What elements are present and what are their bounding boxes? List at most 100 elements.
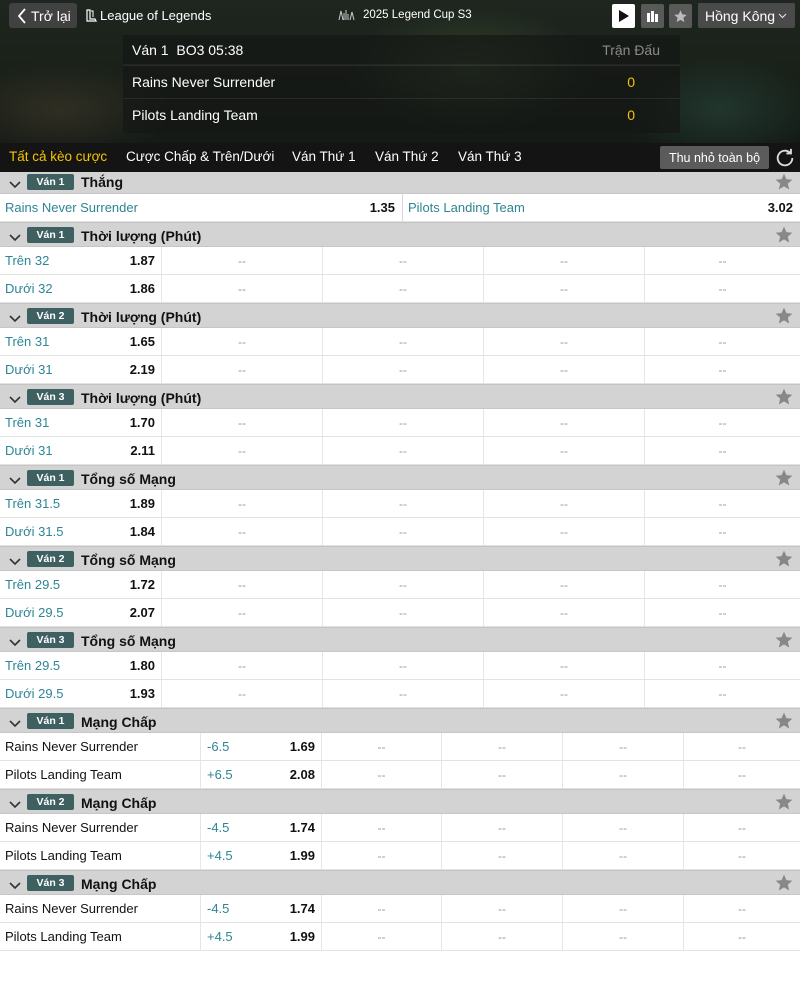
empty-odds-cell: -- — [562, 842, 683, 869]
away-odds-cell[interactable]: Pilots Landing Team 3.02 — [402, 194, 800, 221]
scoreboard-header: Ván 1 BO3 05:38 Trận Đấu — [123, 35, 680, 65]
odds-cell[interactable]: Trên 31.5 1.89 — [0, 490, 161, 517]
odds-cell[interactable]: Dưới 29.5 1.93 — [0, 680, 161, 707]
odds-row: Dưới 31 2.19 -- -- -- -- — [0, 356, 800, 384]
odds-value: 1.80 — [129, 658, 155, 673]
favorite-star-icon[interactable] — [774, 387, 794, 407]
tab-handicap-over-under[interactable]: Cược Chấp & Trên/Dưới — [126, 149, 274, 164]
market-title: Tổng số Mạng — [81, 552, 176, 568]
market-header[interactable]: Ván 1 Thắng — [0, 172, 800, 194]
odds-cell[interactable]: Trên 29.5 1.80 — [0, 652, 161, 679]
favorite-star-icon[interactable] — [774, 711, 794, 731]
tab-game-1[interactable]: Ván Thứ 1 — [292, 149, 356, 164]
empty-odds-cell: -- — [644, 356, 800, 383]
odds-value: 1.99 — [289, 848, 315, 863]
tab-all-markets[interactable]: Tất cả kèo cược — [9, 149, 107, 164]
collapse-chevron-icon[interactable] — [9, 715, 21, 728]
tournament-logo-icon — [338, 10, 355, 21]
empty-odds-cell: -- — [161, 356, 322, 383]
market-title: Mạng Chấp — [81, 795, 157, 811]
market-header[interactable]: Ván 2 Mạng Chấp — [0, 789, 800, 814]
favorite-star-icon[interactable] — [774, 549, 794, 569]
odds-cell[interactable]: Dưới 31 2.19 — [0, 356, 161, 383]
odds-row: Trên 31.5 1.89 -- -- -- -- — [0, 490, 800, 518]
collapse-chevron-icon[interactable] — [9, 634, 21, 647]
collapse-chevron-icon[interactable] — [9, 553, 21, 566]
favorite-star-icon[interactable] — [774, 630, 794, 650]
favorite-match-button[interactable] — [669, 4, 692, 28]
odds-row: Rains Never Surrender -4.5 1.74 -- -- -- -- — [0, 895, 800, 923]
odds-cell[interactable]: Trên 32 1.87 — [0, 247, 161, 274]
odds-cell[interactable]: Trên 29.5 1.72 — [0, 571, 161, 598]
favorite-star-icon[interactable] — [774, 306, 794, 326]
game-badge: Ván 1 — [27, 227, 74, 243]
odds-cell[interactable]: Dưới 31 2.11 — [0, 437, 161, 464]
market-header[interactable]: Ván 1 Tổng số Mạng — [0, 465, 800, 490]
market-header[interactable]: Ván 3 Tổng số Mạng — [0, 627, 800, 652]
odds-row: Dưới 31 2.11 -- -- -- -- — [0, 437, 800, 465]
home-odds: 1.35 — [369, 200, 395, 215]
empty-odds-cell: -- — [161, 437, 322, 464]
odds-cell[interactable]: Dưới 29.5 2.07 — [0, 599, 161, 626]
collapse-chevron-icon[interactable] — [9, 877, 21, 890]
tab-game-3[interactable]: Ván Thứ 3 — [458, 149, 522, 164]
collapse-chevron-icon[interactable] — [9, 472, 21, 485]
empty-odds-cell: -- — [161, 328, 322, 355]
empty-odds-cell: -- — [644, 599, 800, 626]
odds-cell[interactable]: +4.5 1.99 — [200, 923, 321, 950]
empty-odds-cell: -- — [441, 895, 562, 922]
line-label: Trên 31.5 — [5, 496, 61, 511]
collapse-chevron-icon[interactable] — [9, 229, 21, 242]
back-button[interactable]: Trở lại — [9, 3, 77, 28]
empty-odds-cell: -- — [161, 680, 322, 707]
market-header[interactable]: Ván 3 Mạng Chấp — [0, 870, 800, 895]
tab-game-2[interactable]: Ván Thứ 2 — [375, 149, 439, 164]
favorite-star-icon[interactable] — [774, 468, 794, 488]
favorite-star-icon[interactable] — [774, 225, 794, 245]
odds-cell[interactable]: +6.5 2.08 — [200, 761, 321, 788]
empty-odds-cell: -- — [441, 923, 562, 950]
home-odds-cell[interactable]: Rains Never Surrender 1.35 — [0, 194, 402, 221]
refresh-button[interactable] — [773, 146, 797, 170]
collapse-chevron-icon[interactable] — [9, 310, 21, 323]
collapse-chevron-icon[interactable] — [9, 796, 21, 809]
odds-cell[interactable]: Dưới 32 1.86 — [0, 275, 161, 302]
odds-cell[interactable]: Trên 31 1.70 — [0, 409, 161, 436]
odds-cell[interactable]: -6.5 1.69 — [200, 733, 321, 760]
live-stream-button[interactable] — [612, 4, 635, 28]
market-title: Tổng số Mạng — [81, 471, 176, 487]
statistics-button[interactable] — [641, 4, 664, 28]
team-label: Rains Never Surrender — [5, 814, 200, 841]
odds-cell[interactable]: -4.5 1.74 — [200, 895, 321, 922]
region-select[interactable]: Hồng Kông — [698, 3, 795, 28]
empty-odds-cell: -- — [483, 247, 644, 274]
market-header[interactable]: Ván 2 Tổng số Mạng — [0, 546, 800, 571]
collapse-all-button[interactable]: Thu nhỏ toàn bộ — [660, 146, 769, 169]
odds-row: Trên 31 1.65 -- -- -- -- — [0, 328, 800, 356]
odds-cell[interactable]: Dưới 31.5 1.84 — [0, 518, 161, 545]
empty-odds-cell: -- — [483, 437, 644, 464]
empty-odds-cell: -- — [322, 328, 483, 355]
collapse-chevron-icon[interactable] — [9, 176, 21, 189]
game-badge: Ván 2 — [27, 308, 74, 324]
market-header[interactable]: Ván 3 Thời lượng (Phút) — [0, 384, 800, 409]
empty-odds-cell: -- — [161, 275, 322, 302]
market-header[interactable]: Ván 2 Thời lượng (Phút) — [0, 303, 800, 328]
empty-odds-cell: -- — [322, 356, 483, 383]
collapse-chevron-icon[interactable] — [9, 391, 21, 404]
handicap-line: +4.5 — [207, 929, 233, 944]
odds-cell[interactable]: Trên 31 1.65 — [0, 328, 161, 355]
odds-row: Trên 29.5 1.80 -- -- -- -- — [0, 652, 800, 680]
game-badge: Ván 3 — [27, 389, 74, 405]
empty-odds-cell: -- — [562, 761, 683, 788]
favorite-star-icon[interactable] — [774, 792, 794, 812]
odds-cell[interactable]: -4.5 1.74 — [200, 814, 321, 841]
favorite-star-icon[interactable] — [774, 172, 794, 192]
market-header[interactable]: Ván 1 Mạng Chấp — [0, 708, 800, 733]
empty-odds-cell: -- — [483, 518, 644, 545]
market-header[interactable]: Ván 1 Thời lượng (Phút) — [0, 222, 800, 247]
empty-odds-cell: -- — [321, 733, 441, 760]
empty-odds-cell: -- — [683, 895, 800, 922]
odds-cell[interactable]: +4.5 1.99 — [200, 842, 321, 869]
favorite-star-icon[interactable] — [774, 873, 794, 893]
